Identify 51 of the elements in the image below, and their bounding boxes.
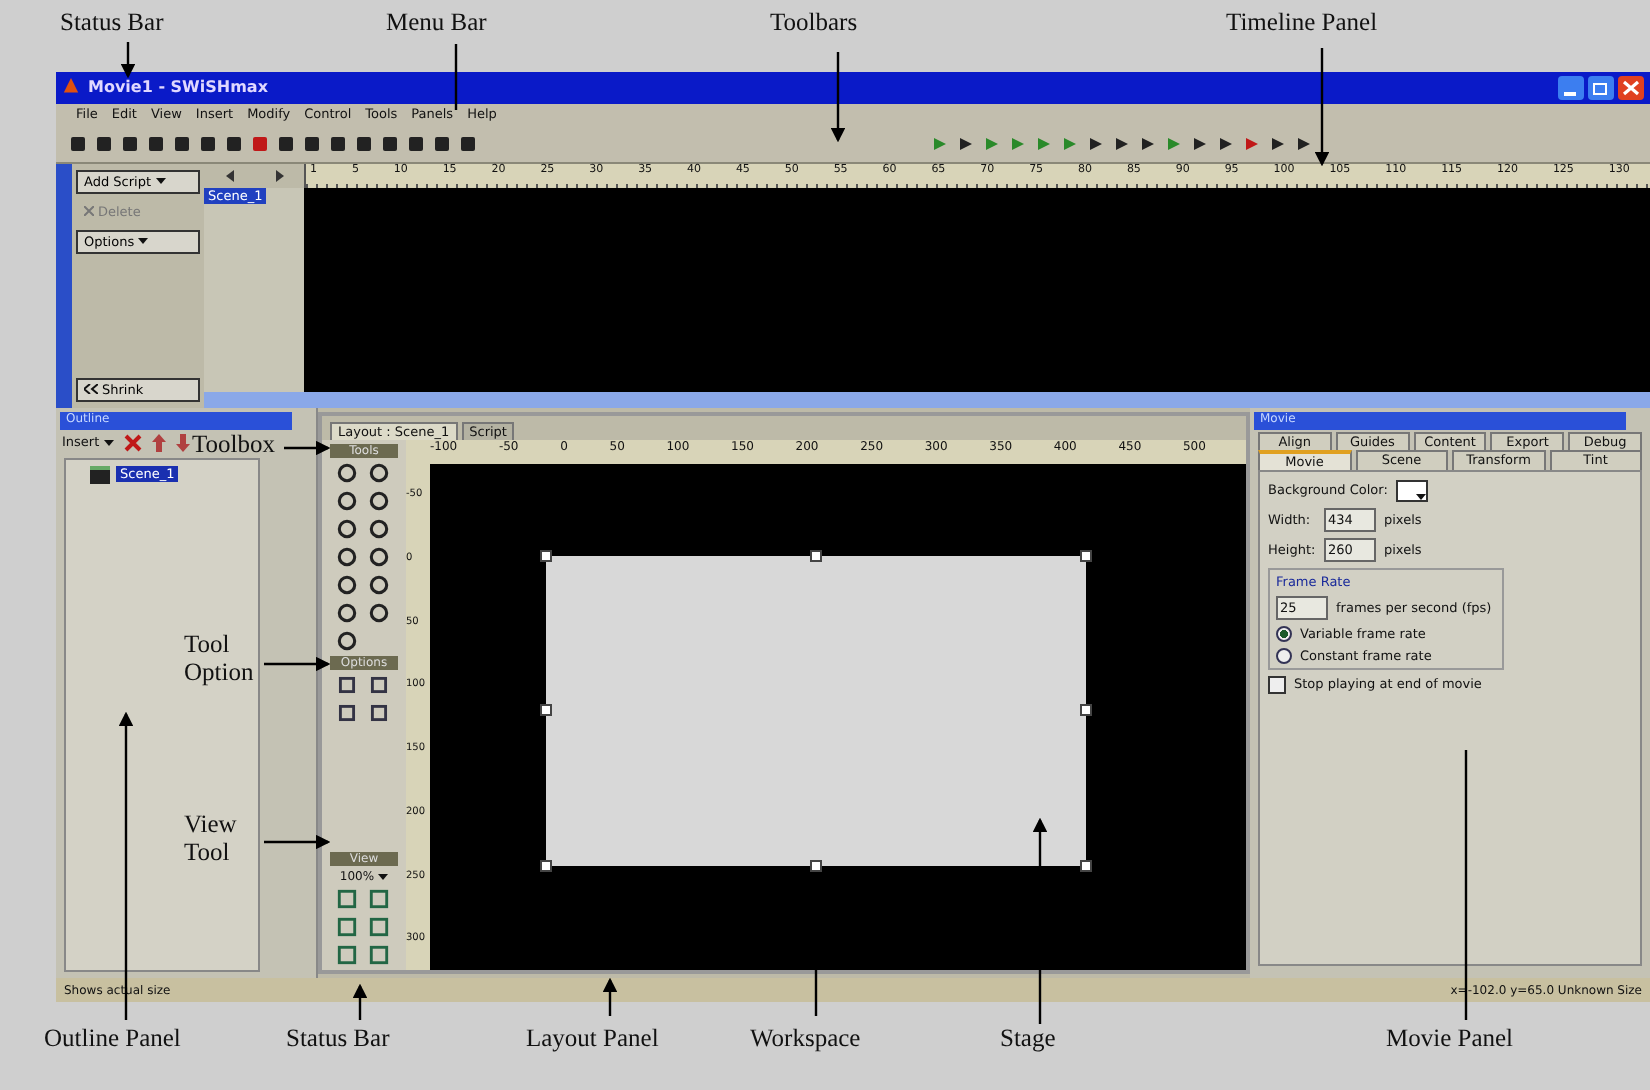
- minimize-icon[interactable]: [1558, 75, 1584, 100]
- callout-label: Outline Panel: [44, 1024, 181, 1054]
- callout-arrow: [264, 834, 331, 850]
- callout-label: Movie Panel: [1386, 1024, 1514, 1054]
- restore-icon[interactable]: [1588, 75, 1614, 100]
- caret-icon: [378, 874, 389, 881]
- callout-label: View Tool: [184, 812, 239, 867]
- callout-arrow: [352, 983, 368, 1020]
- callout-arrow: [284, 440, 331, 456]
- callout-label: Workspace: [750, 1024, 861, 1054]
- callout-arrow: [264, 656, 331, 672]
- ellipse-icon[interactable]: [336, 573, 358, 596]
- callout-label: Toolbox: [192, 432, 272, 460]
- checkbox[interactable]: [1268, 675, 1286, 694]
- previous-icon[interactable]: [225, 169, 233, 182]
- callout-line: [454, 44, 458, 110]
- double-left-icon: [84, 384, 98, 395]
- next-icon[interactable]: [275, 169, 283, 182]
- radio-button[interactable]: [1276, 647, 1292, 664]
- play-icon[interactable]: [1112, 133, 1132, 154]
- resize-handle[interactable]: [540, 859, 552, 872]
- callout-arrow: [1314, 48, 1330, 167]
- callout-label: Stage: [1000, 1024, 1056, 1054]
- clapper-icon: [90, 465, 110, 484]
- callout-arrow: [120, 42, 136, 79]
- window-title: Movie1 - SWiSHmax: [88, 78, 268, 97]
- color-picker[interactable]: [1395, 479, 1428, 502]
- resize-handle[interactable]: [1080, 859, 1092, 872]
- resize-handle[interactable]: [540, 549, 552, 562]
- close-icon[interactable]: [1618, 75, 1644, 100]
- resize-handle[interactable]: [810, 549, 822, 562]
- caret-icon: [103, 439, 114, 446]
- radio-button[interactable]: [1276, 625, 1292, 642]
- callout-arrow: [602, 977, 618, 1016]
- callout-label: Timeline Panel: [1226, 8, 1378, 38]
- resize-handle[interactable]: [810, 859, 822, 872]
- callout-label: Status Bar: [286, 1024, 390, 1054]
- caret-icon: [138, 238, 149, 245]
- callout-label: Toolbars: [770, 8, 858, 38]
- callout-arrow: [830, 52, 846, 143]
- caret-icon: [1415, 493, 1426, 500]
- resize-handle[interactable]: [1080, 703, 1092, 716]
- resize-handle[interactable]: [1080, 549, 1092, 562]
- callout-label: Tool Option: [184, 632, 256, 687]
- resize-handle[interactable]: [540, 703, 552, 716]
- callout-label: Layout Panel: [526, 1024, 659, 1054]
- caret-icon: [155, 178, 166, 185]
- callout-label: Status Bar: [60, 8, 164, 38]
- callout-label: Menu Bar: [386, 8, 487, 38]
- cross-icon: [84, 206, 94, 217]
- flame-icon: [62, 78, 80, 97]
